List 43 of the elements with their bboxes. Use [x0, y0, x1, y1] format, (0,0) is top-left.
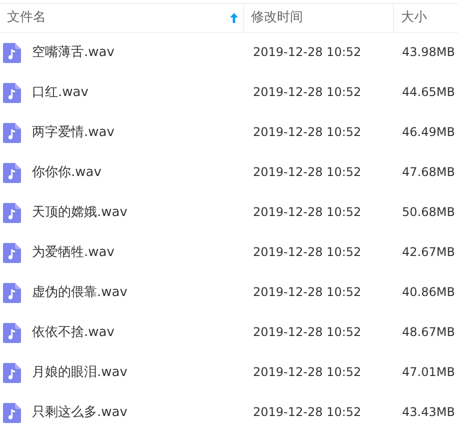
- modified-time: 2019-12-28 10:52: [253, 85, 362, 100]
- music-file-icon: [3, 163, 21, 183]
- column-header[interactable]: 修改时间: [244, 4, 394, 32]
- file-name[interactable]: 口红.wav: [32, 83, 88, 103]
- modified-time: 2019-12-28 10:52: [253, 125, 362, 140]
- file-name[interactable]: 你你你.wav: [32, 163, 102, 183]
- modified-time: 2019-12-28 10:52: [253, 365, 362, 380]
- file-name[interactable]: 两字爱情.wav: [32, 123, 114, 143]
- file-name[interactable]: 虚伪的偎靠.wav: [32, 283, 128, 303]
- modified-time: 2019-12-28 10:52: [253, 205, 362, 220]
- file-name[interactable]: 依依不捨.wav: [32, 323, 114, 343]
- file-size: 50.68MB: [402, 205, 455, 220]
- music-file-icon: [3, 203, 21, 223]
- modified-time: 2019-12-28 10:52: [253, 325, 362, 340]
- modified-time: 2019-12-28 10:52: [253, 165, 362, 180]
- music-file-icon: [3, 363, 21, 383]
- file-size: 44.65MB: [402, 85, 455, 100]
- file-size: 48.67MB: [402, 325, 455, 340]
- file-size: 47.68MB: [402, 165, 455, 180]
- music-file-icon: [3, 403, 21, 423]
- file-size: 43.43MB: [402, 405, 455, 420]
- music-file-icon: [3, 283, 21, 303]
- music-file-icon: [3, 123, 21, 143]
- file-size: 40.86MB: [402, 285, 455, 300]
- modified-time: 2019-12-28 10:52: [253, 405, 362, 420]
- file-size: 47.01MB: [402, 365, 455, 380]
- file-name[interactable]: 只剩这么多.wav: [32, 403, 128, 423]
- music-file-icon: [3, 83, 21, 103]
- modified-time: 2019-12-28 10:52: [253, 285, 362, 300]
- column-header[interactable]: 文件名: [0, 4, 244, 32]
- file-name[interactable]: 空嘴薄舌.wav: [32, 43, 114, 63]
- file-size: 46.49MB: [402, 125, 455, 140]
- column-header[interactable]: 大小: [394, 4, 458, 32]
- music-file-icon: [3, 43, 21, 63]
- file-name[interactable]: 天顶的嫦娥.wav: [32, 203, 128, 223]
- file-size: 42.67MB: [402, 245, 455, 260]
- music-file-icon: [3, 323, 21, 343]
- file-name[interactable]: 月娘的眼泪.wav: [32, 363, 128, 383]
- modified-time: 2019-12-28 10:52: [253, 245, 362, 260]
- file-name[interactable]: 为爱牺牲.wav: [32, 243, 114, 263]
- music-file-icon: [3, 243, 21, 263]
- modified-time: 2019-12-28 10:52: [253, 45, 362, 60]
- file-size: 43.98MB: [402, 45, 455, 60]
